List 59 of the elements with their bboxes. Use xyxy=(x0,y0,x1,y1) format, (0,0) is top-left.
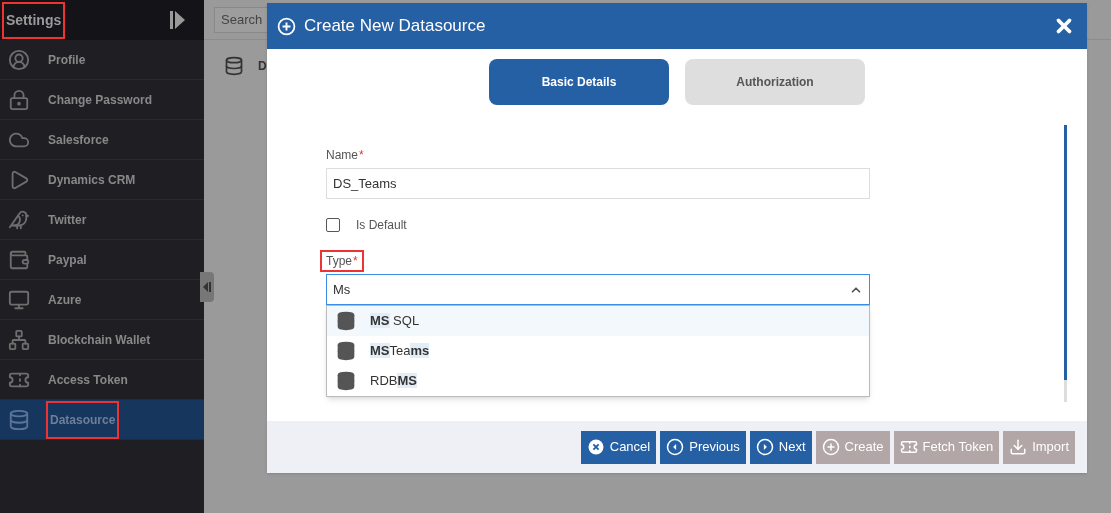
sidebar-item[interactable]: Blockchain Wallet xyxy=(0,320,204,360)
dropdown-option[interactable]: MSTeams xyxy=(327,336,869,366)
bird-icon xyxy=(8,208,30,231)
field-label: Name xyxy=(326,148,358,162)
sidebar-label: Access Token xyxy=(48,371,128,389)
sidebar-label: Paypal xyxy=(48,251,87,269)
sidebar-label: Change Password xyxy=(48,91,153,109)
collapse-icon[interactable] xyxy=(170,11,186,29)
dropdown-option[interactable]: MS SQL xyxy=(327,306,869,336)
user-icon xyxy=(8,48,30,71)
footer-button[interactable]: Cancel xyxy=(580,430,657,464)
sidebar-toggle[interactable] xyxy=(200,272,214,302)
sidebar-label: Profile xyxy=(48,51,86,69)
ticket-icon xyxy=(899,438,918,456)
required-mark: * xyxy=(359,148,364,162)
previous-icon xyxy=(666,438,685,456)
sidebar-item[interactable]: Datasource xyxy=(0,400,204,440)
sidebar-label: Salesforce xyxy=(48,131,109,149)
sidebar-label: Dynamics CRM xyxy=(48,171,136,189)
lock-icon xyxy=(8,88,30,111)
tab[interactable]: Basic Details xyxy=(489,59,669,105)
database-icon xyxy=(336,371,356,391)
network-icon xyxy=(8,328,30,351)
wallet-icon xyxy=(8,248,30,271)
footer-button[interactable]: Next xyxy=(749,430,812,464)
card-title: D xyxy=(258,58,267,75)
type-select[interactable]: Ms xyxy=(326,274,870,305)
sidebar-label: Blockchain Wallet xyxy=(48,331,151,349)
option-label: MSTeams xyxy=(370,342,430,361)
database-icon xyxy=(8,408,30,431)
option-label: MS SQL xyxy=(370,312,420,331)
monitor-icon xyxy=(8,288,30,311)
checkbox-label: Is Default xyxy=(356,217,407,234)
database-icon xyxy=(336,341,356,361)
cancel-icon xyxy=(586,438,605,456)
plus-icon xyxy=(821,438,840,456)
option-label: RDBMS xyxy=(370,372,417,391)
database-icon xyxy=(224,56,244,76)
dropdown-option[interactable]: RDBMS xyxy=(327,366,869,396)
sidebar-label: Datasource xyxy=(48,402,118,437)
footer-button[interactable]: Previous xyxy=(660,430,746,464)
sidebar-item[interactable]: Twitter xyxy=(0,200,204,240)
checkbox[interactable] xyxy=(326,218,340,232)
sidebar-item[interactable]: Profile xyxy=(0,40,204,80)
tab[interactable]: Authorization xyxy=(685,59,865,105)
collapse-left-icon xyxy=(203,282,211,292)
dialog-title: Create New Datasource xyxy=(304,15,486,38)
type-label: Type* xyxy=(322,252,362,270)
sidebar-title: Settings xyxy=(4,3,64,37)
sidebar-item[interactable]: Dynamics CRM xyxy=(0,160,204,200)
download-icon xyxy=(1009,438,1028,456)
next-icon xyxy=(755,438,774,456)
database-icon xyxy=(336,311,356,331)
name-field[interactable]: DS_Teams xyxy=(326,168,870,199)
sidebar-item[interactable]: Salesforce xyxy=(0,120,204,160)
sidebar-label: Azure xyxy=(48,291,82,309)
sidebar-label: Twitter xyxy=(48,211,87,229)
sidebar-item[interactable]: Change Password xyxy=(0,80,204,120)
add-circle-icon xyxy=(277,16,296,36)
